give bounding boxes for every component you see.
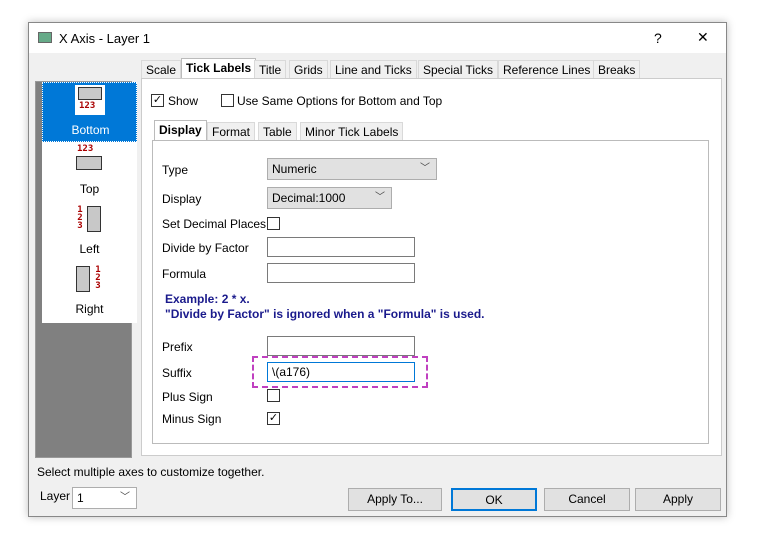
chevron-down-icon: ﹀ [375,192,385,203]
plus-sign-checkbox[interactable] [267,389,280,402]
axis-item-right[interactable]: 123 Right [42,262,137,323]
subtab-table[interactable]: Table [258,122,297,140]
window-title: X Axis - Layer 1 [59,31,151,46]
axis-left-icon [87,206,101,232]
axis-top-icon [76,156,102,170]
dialog-window: X Axis - Layer 1 ? ✕ Scale Tick Labels T… [28,22,727,517]
type-label: Type [162,163,189,177]
divide-input[interactable] [267,237,415,257]
ok-button[interactable]: OK [451,488,537,511]
show-label: Show [168,94,199,108]
tab-tick-labels[interactable]: Tick Labels [181,58,257,79]
cancel-button[interactable]: Cancel [544,488,630,511]
suffix-input[interactable]: \(a176) [267,362,415,382]
tab-line-and-ticks[interactable]: Line and Ticks [330,60,417,78]
help-button[interactable]: ? [654,30,662,46]
suffix-label: Suffix [162,366,192,380]
axis-item-label: Right [75,302,104,316]
formula-input[interactable] [267,263,415,283]
tab-scale[interactable]: Scale [141,60,182,78]
digits: 123 [79,101,96,111]
axis-item-top[interactable]: 123 Top [42,142,137,202]
axis-item-label: Bottom [71,123,110,137]
axis-item-label: Top [79,182,100,196]
tab-reference-lines[interactable]: Reference Lines [498,60,596,78]
display-value: Decimal:1000 [272,191,346,205]
minus-sign-label: Minus Sign [162,412,222,426]
divide-label: Divide by Factor [162,241,249,255]
status-text: Select multiple axes to customize togeth… [37,465,265,479]
tab-breaks[interactable]: Breaks [593,60,641,78]
tab-special-ticks[interactable]: Special Ticks [418,60,499,78]
tab-grids[interactable]: Grids [289,60,328,78]
prefix-label: Prefix [162,340,193,354]
type-value: Numeric [272,162,317,176]
chevron-down-icon: ﹀ [420,163,430,174]
axis-item-label: Left [79,242,100,256]
tab-title[interactable]: Title [254,60,287,78]
prefix-input[interactable] [267,336,415,356]
display-label: Display [162,192,202,206]
layer-select[interactable]: 1 ﹀ [72,487,137,509]
title-bar: X Axis - Layer 1 ? ✕ [29,23,726,53]
type-select[interactable]: Numeric ﹀ [267,158,437,180]
axis-item-left[interactable]: 123 Left [42,202,137,262]
subtab-format[interactable]: Format [207,122,256,140]
display-select[interactable]: Decimal:1000 ﹀ [267,187,392,209]
formula-note: "Divide by Factor" is ignored when a "Fo… [165,307,485,321]
same-options-label: Use Same Options for Bottom and Top [237,94,443,108]
app-icon [38,32,52,43]
show-checkbox[interactable]: ✓ [151,94,164,107]
chevron-down-icon: ﹀ [120,492,130,503]
axis-list: 123 Bottom 123 Top 123 Left 123 Right [35,81,137,458]
close-button[interactable]: ✕ [697,29,709,46]
apply-button[interactable]: Apply [635,488,721,511]
plus-sign-label: Plus Sign [162,390,213,404]
same-options-checkbox[interactable] [221,94,234,107]
digits: 123 [95,265,101,291]
apply-to-button[interactable]: Apply To... [348,488,442,511]
example-note: Example: 2 * x. [165,292,250,306]
axis-item-bottom[interactable]: 123 Bottom [42,82,137,142]
axis-right-icon [76,266,90,292]
layer-value: 1 [77,491,84,505]
layer-label: Layer [40,489,71,503]
subtab-display[interactable]: Display [154,120,207,141]
digits: 123 [77,205,83,231]
minus-sign-checkbox[interactable]: ✓ [267,412,280,425]
axis-bottom-icon [78,87,102,100]
digits: 123 [77,144,94,154]
set-decimal-label: Set Decimal Places [162,217,267,231]
set-decimal-checkbox[interactable] [267,217,280,230]
formula-label: Formula [162,267,207,281]
subtab-minor-tick-labels[interactable]: Minor Tick Labels [300,122,404,140]
